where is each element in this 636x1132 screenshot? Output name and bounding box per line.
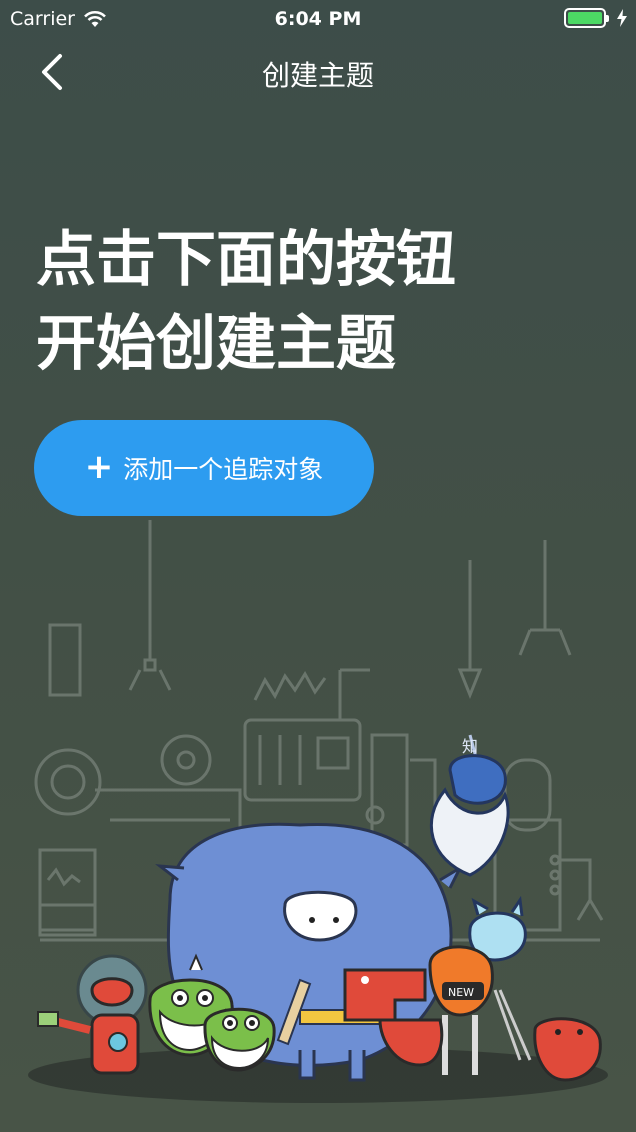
status-bar: Carrier 6:04 PM bbox=[0, 0, 636, 38]
navigation-bar: 创建主题 bbox=[0, 40, 636, 104]
red-astronaut-mascot bbox=[37, 954, 148, 1075]
robot-badge-text: NEW bbox=[448, 986, 474, 999]
plus-icon: + bbox=[84, 447, 114, 487]
battery-icon bbox=[564, 8, 609, 28]
status-time: 6:04 PM bbox=[274, 8, 362, 30]
bird-label: 知 bbox=[462, 737, 478, 756]
monsters-factory-illustration: 知 NEW bbox=[28, 520, 608, 1103]
status-right bbox=[564, 8, 628, 28]
charging-bolt-icon bbox=[617, 9, 627, 27]
headline-line-2: 开始创建主题 bbox=[36, 309, 396, 379]
zhihu-bird-mascot: 知 bbox=[429, 734, 510, 877]
page-title: 创建主题 bbox=[261, 59, 374, 92]
red-blob-mascot bbox=[533, 1017, 602, 1082]
add-tracking-object-button[interactable]: + 添加一个追踪对象 bbox=[34, 420, 374, 516]
headline-line-1: 点击下面的按钮 bbox=[36, 225, 456, 295]
battery-level bbox=[568, 12, 602, 24]
add-button-label: 添加一个追踪对象 bbox=[123, 455, 324, 484]
headline: 点击下面的按钮 开始创建主题 bbox=[36, 218, 456, 386]
